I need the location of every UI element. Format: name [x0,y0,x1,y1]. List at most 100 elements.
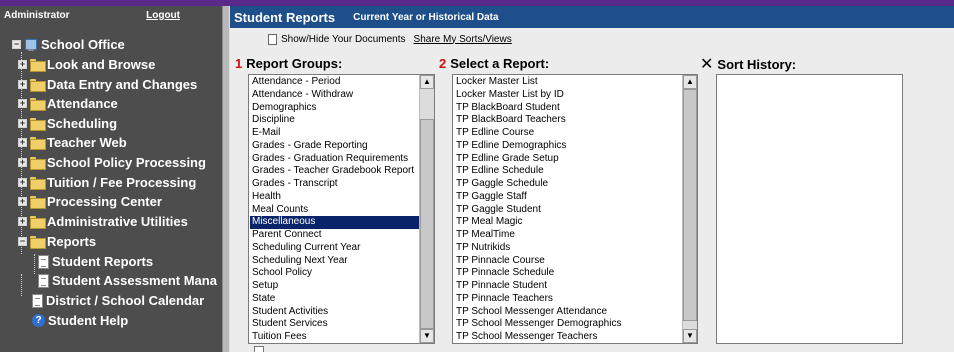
tree-folder-tuition[interactable]: + Tuition / Fee Processing [18,173,196,192]
list-item[interactable]: TP School Messenger Attendance [454,306,682,319]
expand-icon[interactable]: + [18,99,27,108]
checkbox[interactable] [254,346,264,352]
document-icon [38,273,49,288]
expand-icon[interactable]: + [18,197,27,206]
expand-icon[interactable]: + [18,178,27,187]
sort-history-box[interactable] [716,74,903,344]
tree-folder-scheduling[interactable]: + Scheduling [18,114,117,133]
select-report-list[interactable]: Locker Master List Locker Master List by … [452,74,698,344]
tree-item-student-help[interactable]: ? Student Help [32,311,128,330]
user-name: Administrator [4,9,70,21]
list-item[interactable]: School Policy [250,267,419,280]
page-title: Student Reports [234,9,336,25]
tree-folder-teacher-web[interactable]: + Teacher Web [18,133,127,152]
list-item[interactable]: State [250,293,419,306]
list-item[interactable]: Discipline [250,114,419,127]
scroll-up-icon[interactable]: ▲ [420,75,434,89]
list-item[interactable]: TP Pinnacle Schedule [454,267,682,280]
tree-folder-look-and-browse[interactable]: + Look and Browse [18,55,155,74]
folder-icon [30,196,46,209]
tree-root-school-office[interactable]: − School Office [12,35,125,54]
collapse-icon[interactable]: − [12,40,21,49]
tree-folder-data-entry[interactable]: + Data Entry and Changes [18,75,197,94]
folder-icon [30,79,46,92]
list-item[interactable]: TP School Messenger Demographics [454,318,682,331]
page-icon [268,33,277,45]
list-item[interactable]: Grades - Grade Reporting [250,140,419,153]
list-item[interactable]: Health [250,191,419,204]
scroll-thumb[interactable] [683,89,697,321]
logout-link[interactable]: Logout [146,10,180,21]
tree-item-student-reports[interactable]: Student Reports [38,252,153,271]
help-icon: ? [32,314,45,327]
scrollbar[interactable]: ▲ ▼ [419,75,434,343]
x-icon[interactable]: ✕ [700,56,713,73]
scroll-thumb[interactable] [420,119,434,329]
tree-item-district-calendar[interactable]: District / School Calendar [32,291,204,310]
list-item[interactable]: Grades - Transcript [250,178,419,191]
tree-folder-reports[interactable]: − Reports [18,232,96,251]
list-item[interactable]: TP MealTime [454,229,682,242]
list-item[interactable]: TP Edline Course [454,127,682,140]
tree-folder-school-policy[interactable]: + School Policy Processing [18,153,206,172]
show-hide-documents-button[interactable]: Show/Hide Your Documents [268,33,406,45]
list-item[interactable]: TP Meal Magic [454,216,682,229]
list-item[interactable]: TP Edline Demographics [454,140,682,153]
list-item[interactable]: Parent Connect [250,229,419,242]
list-item[interactable]: Attendance - Period [250,76,419,89]
list-item[interactable]: TP Gaggle Schedule [454,178,682,191]
expand-icon[interactable]: + [18,80,27,89]
list-item[interactable]: TP Edline Schedule [454,165,682,178]
list-item[interactable]: TP Gaggle Staff [454,191,682,204]
list-item[interactable]: TP Edline Grade Setup [454,153,682,166]
collapse-icon[interactable]: − [18,237,27,246]
list-item[interactable]: TP Pinnacle Course [454,255,682,268]
list-item[interactable]: TP BlackBoard Student [454,102,682,115]
report-groups-heading: 1 Report Groups: [235,56,343,71]
scrollbar[interactable]: ▲ ▼ [682,75,697,343]
list-item[interactable]: Attendance - Withdraw [250,89,419,102]
share-sorts-link[interactable]: Share My Sorts/Views [414,34,512,45]
expand-icon[interactable]: + [18,119,27,128]
list-item[interactable]: Demographics [250,102,419,115]
tree-folder-processing-center[interactable]: + Processing Center [18,192,162,211]
list-item[interactable]: Miscellaneous [250,216,419,229]
expand-icon[interactable]: + [18,217,27,226]
expand-icon[interactable]: + [18,138,27,147]
expand-icon[interactable]: + [18,158,27,167]
list-item[interactable]: Setup [250,280,419,293]
list-item[interactable]: Tuition Fees [250,331,419,343]
scroll-up-icon[interactable]: ▲ [683,75,697,89]
title-bar: Student Reports Current Year or Historic… [230,6,954,28]
tree-folder-attendance[interactable]: + Attendance [18,94,118,113]
scroll-down-icon[interactable]: ▼ [683,329,697,343]
folder-icon [30,59,46,72]
list-item[interactable]: TP Gaggle Student [454,204,682,217]
list-item[interactable]: E-Mail [250,127,419,140]
list-item[interactable]: TP Nutrikids [454,242,682,255]
list-item[interactable]: Student Activities [250,306,419,319]
list-item[interactable]: Grades - Graduation Requirements [250,153,419,166]
list-item[interactable]: Student Services [250,318,419,331]
list-item[interactable]: Grades - Teacher Gradebook Report [250,165,419,178]
list-item[interactable]: Locker Master List [454,76,682,89]
report-groups-list[interactable]: Attendance - Period Attendance - Withdraw… [248,74,435,344]
list-item[interactable]: TP Pinnacle Student [454,280,682,293]
scroll-down-icon[interactable]: ▼ [420,329,434,343]
list-item[interactable]: TP BlackBoard Teachers [454,114,682,127]
tree-folder-admin-utilities[interactable]: + Administrative Utilities [18,212,188,231]
list-item[interactable]: Scheduling Next Year [250,255,419,268]
list-item[interactable]: Locker Master List by ID [454,89,682,102]
list-item[interactable]: Scheduling Current Year [250,242,419,255]
toolbar: Show/Hide Your Documents Share My Sorts/… [230,28,954,50]
list-item[interactable]: TP Pinnacle Teachers [454,293,682,306]
sidebar: Administrator Logout − School Office + L… [0,6,222,352]
folder-icon [30,98,46,111]
tree-item-student-assessment[interactable]: Student Assessment Mana [38,271,217,290]
list-item[interactable]: TP School Messenger Teachers [454,331,682,343]
folder-icon [30,137,46,150]
expand-icon[interactable]: + [18,60,27,69]
pane-splitter[interactable] [222,6,230,352]
list-item[interactable]: Meal Counts [250,204,419,217]
computer-icon [24,38,38,52]
